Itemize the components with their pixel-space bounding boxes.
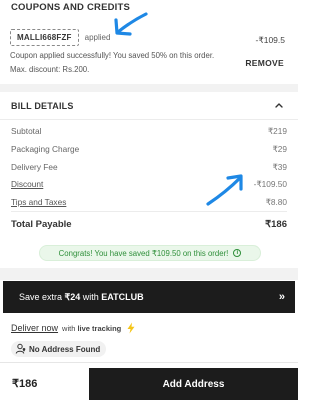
coupons-section: COUPONS AND CREDITS MALLI668FZF applied … bbox=[0, 0, 298, 84]
address-chip-label: No Address Found bbox=[29, 344, 101, 354]
section-divider bbox=[0, 268, 298, 280]
bill-row-label: Packaging Charge bbox=[11, 144, 80, 154]
eatclub-amount: ₹24 bbox=[64, 291, 81, 302]
coupon-status: applied bbox=[84, 32, 111, 42]
eatclub-text: Save extra ₹24 with EATCLUB bbox=[19, 291, 144, 302]
coupon-row: MALLI668FZF applied bbox=[10, 28, 110, 46]
discount-link[interactable]: Discount bbox=[11, 179, 43, 189]
bill-row-discount: Discount -₹109.50 bbox=[11, 179, 287, 189]
section-divider bbox=[0, 84, 298, 92]
delivery-row: Deliver now with live tracking bbox=[11, 322, 137, 334]
bill-row-value: ₹29 bbox=[272, 144, 287, 154]
bill-row-subtotal: Subtotal ₹219 bbox=[11, 126, 287, 136]
bill-row-value: -₹109.50 bbox=[253, 179, 287, 189]
remove-coupon-button[interactable]: REMOVE bbox=[245, 58, 284, 68]
bill-row-delivery-fee: Delivery Fee ₹39 bbox=[11, 162, 287, 172]
bill-row-tips-taxes: Tips and Taxes ₹8.80 bbox=[11, 197, 287, 207]
coupons-heading: COUPONS AND CREDITS bbox=[11, 2, 131, 13]
lightning-bolt-icon bbox=[127, 322, 135, 334]
tips-taxes-link[interactable]: Tips and Taxes bbox=[11, 197, 66, 207]
coupon-saving: -₹109.5 bbox=[255, 35, 285, 45]
bill-row-label: Subtotal bbox=[11, 126, 42, 136]
total-payable-value: ₹186 bbox=[265, 219, 287, 230]
chevron-up-icon[interactable] bbox=[274, 100, 284, 110]
bill-row-label: Delivery Fee bbox=[11, 162, 58, 172]
no-address-chip: No Address Found bbox=[11, 341, 107, 357]
coupon-message: Coupon applied successfully! You saved 5… bbox=[10, 51, 215, 74]
total-payable-row: Total Payable ₹186 bbox=[11, 219, 287, 230]
live-tracking-text: with live tracking bbox=[62, 323, 122, 333]
footer-total: ₹186 bbox=[12, 378, 38, 390]
bill-details-heading: BILL DETAILS bbox=[11, 101, 74, 111]
total-payable-label: Total Payable bbox=[11, 219, 72, 230]
add-address-button[interactable]: Add Address bbox=[89, 368, 298, 400]
bill-row-value: ₹8.80 bbox=[265, 197, 287, 207]
savings-message: Congrats! You have saved ₹109.50 on this… bbox=[58, 248, 229, 258]
bill-details-section: BILL DETAILS Subtotal ₹219 Packaging Cha… bbox=[0, 92, 298, 268]
footer-divider bbox=[0, 362, 298, 363]
eatclub-banner[interactable]: Save extra ₹24 with EATCLUB » bbox=[3, 281, 295, 313]
deliver-now-link[interactable]: Deliver now bbox=[11, 323, 58, 333]
bill-row-value: ₹39 bbox=[272, 162, 287, 172]
info-icon[interactable]: i bbox=[233, 249, 242, 257]
eatclub-brand: EATCLUB bbox=[101, 291, 144, 302]
bill-divider bbox=[0, 119, 298, 120]
location-person-icon bbox=[15, 343, 26, 354]
savings-banner: Congrats! You have saved ₹109.50 on this… bbox=[39, 245, 261, 261]
coupon-code: MALLI668FZF bbox=[10, 28, 79, 46]
bill-row-value: ₹219 bbox=[267, 126, 287, 136]
double-chevron-right-icon: » bbox=[278, 291, 285, 303]
bill-row-packaging: Packaging Charge ₹29 bbox=[11, 144, 287, 154]
total-divider bbox=[11, 211, 287, 212]
